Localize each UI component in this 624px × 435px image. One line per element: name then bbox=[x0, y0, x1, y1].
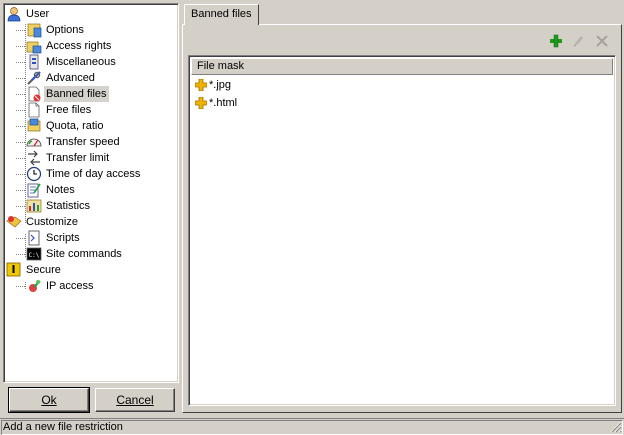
tree-line bbox=[16, 94, 25, 95]
tree-item-label: Secure bbox=[26, 264, 61, 276]
tree-line bbox=[16, 78, 25, 79]
delete-icon[interactable] bbox=[594, 33, 610, 49]
tree-item-statistics[interactable]: Statistics bbox=[4, 198, 176, 214]
tree-line bbox=[16, 110, 25, 111]
tree-item-user[interactable]: User bbox=[4, 6, 176, 22]
access-rights-icon bbox=[26, 41, 42, 54]
add-icon[interactable] bbox=[548, 33, 564, 49]
tree-item-label: IP access bbox=[46, 280, 94, 292]
miscellaneous-icon bbox=[29, 54, 39, 70]
tree-item-label: Banned files bbox=[44, 86, 109, 102]
tree-line bbox=[16, 62, 25, 63]
tree-item-secure[interactable]: Secure bbox=[4, 262, 176, 278]
tree-item-scripts[interactable]: Scripts bbox=[4, 230, 176, 246]
ok-button[interactable]: Ok bbox=[8, 387, 90, 413]
cancel-button[interactable]: Cancel bbox=[95, 388, 175, 412]
tree-item-label: Transfer speed bbox=[46, 136, 120, 148]
file-mask-value: *.jpg bbox=[209, 79, 232, 91]
tree-item-advanced[interactable]: Advanced bbox=[4, 70, 176, 86]
tree-item-options[interactable]: Options bbox=[4, 22, 176, 38]
quota-icon bbox=[27, 118, 41, 132]
tree-line bbox=[16, 46, 25, 47]
tree-line bbox=[16, 190, 25, 191]
ok-button-label: Ok bbox=[41, 393, 57, 407]
tree-item-label: Access rights bbox=[46, 40, 112, 52]
resize-grip-icon[interactable] bbox=[610, 421, 622, 433]
tree-item-label: Miscellaneous bbox=[46, 56, 116, 68]
column-header-file-mask[interactable]: File mask bbox=[191, 58, 613, 75]
status-text: Add a new file restriction bbox=[1, 420, 623, 435]
tree-line bbox=[16, 158, 25, 159]
tree-line bbox=[16, 286, 25, 287]
tree-line bbox=[16, 254, 25, 255]
banned-files-icon bbox=[28, 86, 41, 102]
column-header-label: File mask bbox=[197, 60, 245, 72]
tab-banned-files[interactable]: Banned files bbox=[184, 4, 259, 25]
tree-item-free-files[interactable]: Free files bbox=[4, 102, 176, 118]
tree-item-miscellaneous[interactable]: Miscellaneous bbox=[4, 54, 176, 70]
edit-icon[interactable] bbox=[570, 33, 586, 49]
tree-line bbox=[16, 126, 25, 127]
user-icon bbox=[7, 7, 21, 22]
tree-item-quota-ratio[interactable]: Quota, ratio bbox=[4, 118, 176, 134]
settings-tree[interactable]: User Options Access rights Miscellaneous Adv… bbox=[3, 3, 179, 383]
scripts-icon bbox=[28, 230, 40, 246]
tree-item-label: Time of day access bbox=[46, 168, 141, 180]
speedometer-icon bbox=[26, 138, 42, 147]
status-bar: Add a new file restriction bbox=[0, 418, 624, 435]
advanced-icon bbox=[27, 71, 41, 85]
tree-item-label: User bbox=[26, 8, 50, 20]
cancel-button-label: Cancel bbox=[116, 393, 154, 407]
tree-item-label: Notes bbox=[46, 184, 75, 196]
ip-access-icon bbox=[29, 280, 41, 292]
tree-item-transfer-speed[interactable]: Transfer speed bbox=[4, 134, 176, 150]
tree-item-label: Quota, ratio bbox=[46, 120, 104, 132]
file-mask-value: *.html bbox=[209, 97, 238, 109]
tree-item-label: Free files bbox=[46, 104, 92, 116]
svg-text:C:\: C:\ bbox=[29, 252, 40, 259]
customize-icon bbox=[6, 216, 22, 228]
tree-item-ip-access[interactable]: IP access bbox=[4, 278, 176, 294]
tree-item-banned-files[interactable]: Banned files bbox=[4, 86, 176, 102]
plus-icon bbox=[195, 79, 207, 91]
tab-label: Banned files bbox=[191, 8, 252, 20]
tree-line bbox=[16, 142, 25, 143]
tree-line bbox=[16, 238, 25, 239]
tree-item-label: Transfer limit bbox=[46, 152, 110, 164]
site-commands-icon: C:\ bbox=[26, 247, 42, 261]
secure-icon bbox=[6, 262, 21, 277]
tree-item-label: Statistics bbox=[46, 200, 91, 212]
notes-icon bbox=[27, 183, 41, 198]
tree-item-label: Scripts bbox=[46, 232, 80, 244]
tree-line bbox=[16, 174, 25, 175]
tree-line bbox=[16, 206, 25, 207]
clock-icon bbox=[26, 166, 42, 182]
tree-item-label: Advanced bbox=[46, 72, 95, 84]
tree-item-label: Options bbox=[46, 24, 84, 36]
tree-item-transfer-limit[interactable]: Transfer limit bbox=[4, 150, 176, 166]
options-icon bbox=[27, 23, 42, 38]
tree-item-site-commands[interactable]: C:\ Site commands bbox=[4, 246, 176, 262]
tree-item-access-rights[interactable]: Access rights bbox=[4, 38, 176, 54]
tree-item-notes[interactable]: Notes bbox=[4, 182, 176, 198]
tree-item-label: Customize bbox=[26, 216, 78, 228]
file-mask-list[interactable]: File mask *.jpg *.html bbox=[188, 55, 616, 406]
free-files-icon bbox=[28, 102, 40, 118]
tree-item-label: Site commands bbox=[46, 248, 122, 260]
statistics-icon bbox=[26, 199, 42, 213]
transfer-limit-icon bbox=[28, 150, 40, 166]
plus-icon bbox=[195, 97, 207, 109]
tree-line bbox=[16, 30, 25, 31]
tree-item-customize[interactable]: Customize bbox=[4, 214, 176, 230]
tree-item-time-of-day-access[interactable]: Time of day access bbox=[4, 166, 176, 182]
